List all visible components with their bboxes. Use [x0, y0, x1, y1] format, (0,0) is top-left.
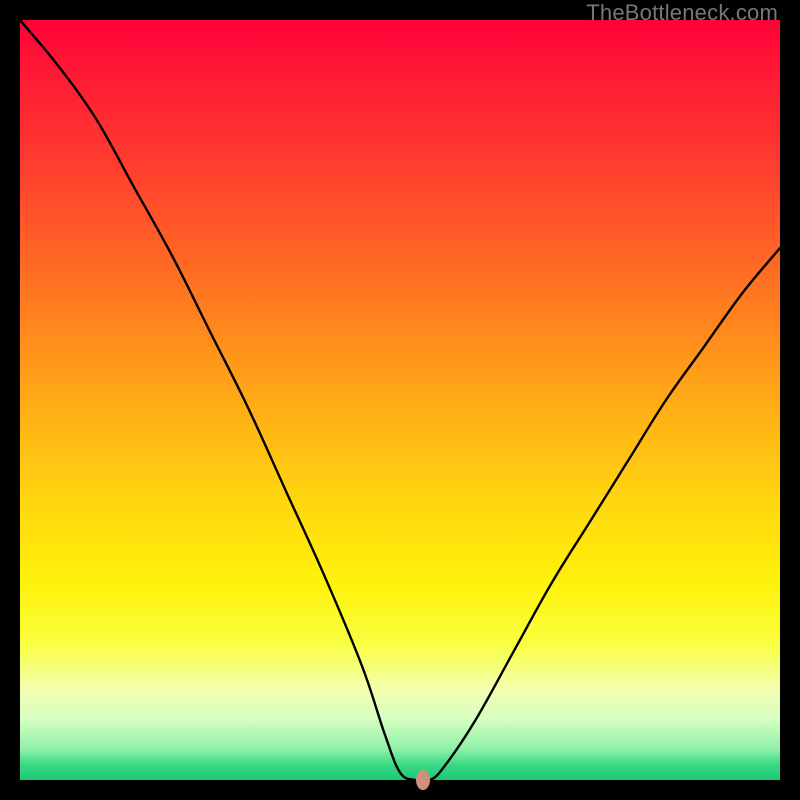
optimal-point-marker	[416, 770, 430, 790]
chart-frame: TheBottleneck.com	[0, 0, 800, 800]
plot-area	[20, 20, 780, 780]
bottleneck-curve	[20, 20, 780, 780]
